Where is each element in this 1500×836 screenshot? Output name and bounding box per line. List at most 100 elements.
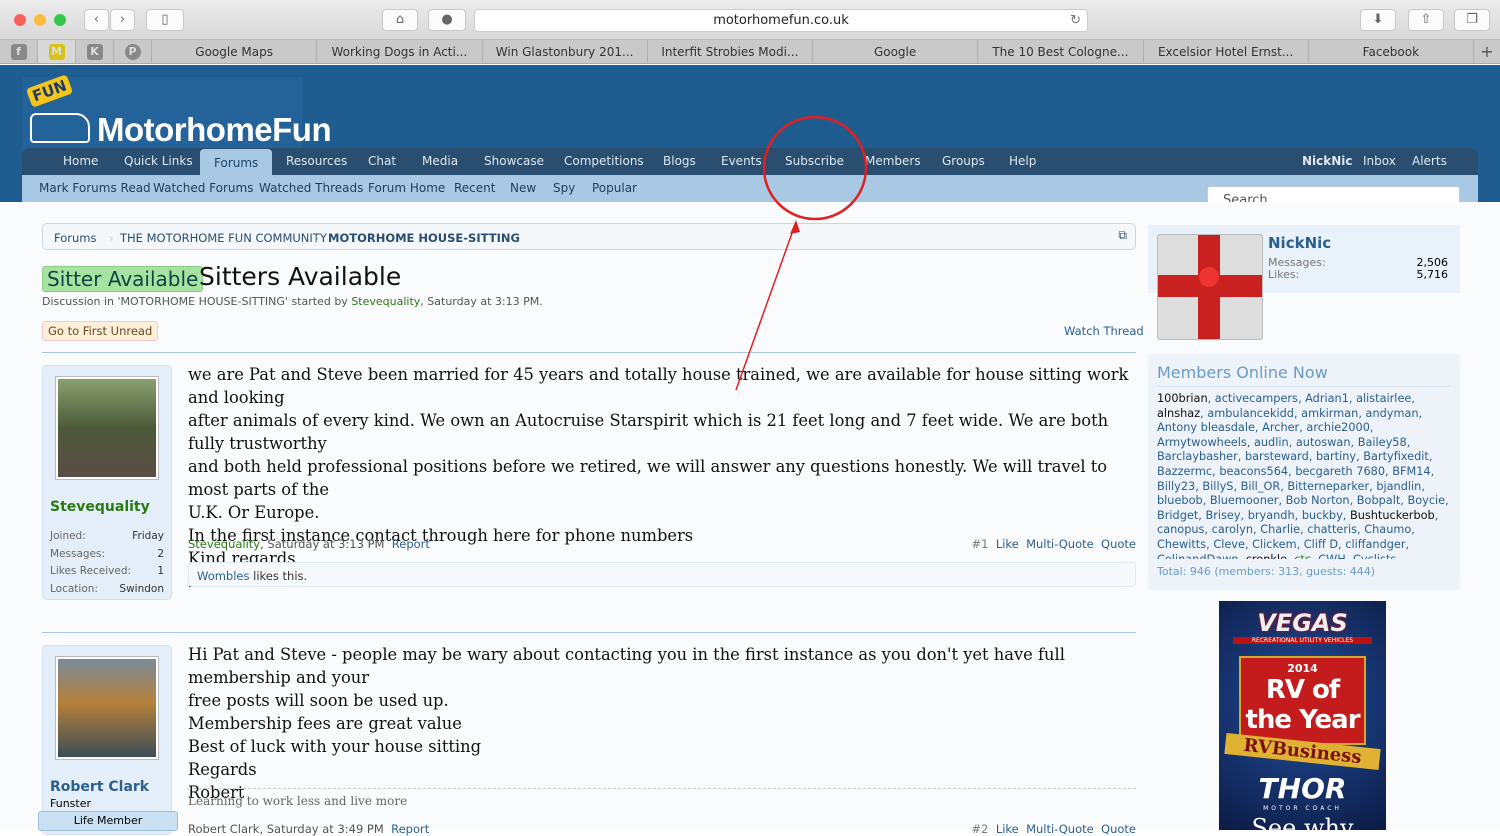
close-window-button[interactable] bbox=[14, 14, 26, 26]
liker-link[interactable]: Wombles bbox=[197, 569, 250, 583]
post-author-name[interactable]: Stevequality bbox=[50, 499, 150, 515]
member-online-link[interactable]: 100brian bbox=[1157, 392, 1208, 405]
member-online-link[interactable]: CWH bbox=[1318, 553, 1346, 559]
member-online-link[interactable]: Clickem bbox=[1252, 538, 1296, 551]
member-online-link[interactable]: canopus bbox=[1157, 523, 1204, 536]
forward-button[interactable]: › bbox=[110, 9, 135, 31]
member-online-link[interactable]: cliffandger bbox=[1345, 538, 1405, 551]
member-online-link[interactable]: cronkle bbox=[1246, 553, 1287, 559]
quote-link[interactable]: Quote bbox=[1101, 537, 1136, 551]
member-online-link[interactable]: Bobpalt bbox=[1357, 494, 1401, 507]
multi-quote-link[interactable]: Multi-Quote bbox=[1026, 537, 1094, 551]
post-number[interactable]: #1 bbox=[972, 537, 989, 551]
site-logo[interactable]: FUN MotorhomeFun bbox=[22, 74, 332, 149]
member-online-link[interactable]: carolyn bbox=[1212, 523, 1253, 536]
facebook-favorite-icon[interactable]: f bbox=[0, 40, 38, 63]
watch-thread-link[interactable]: Watch Thread bbox=[1064, 324, 1144, 338]
tab[interactable]: The 10 Best Cologne... bbox=[978, 40, 1144, 63]
member-online-link[interactable]: amkirman bbox=[1301, 407, 1358, 420]
post-number[interactable]: #2 bbox=[972, 822, 989, 836]
member-online-link[interactable]: ambulancekidd bbox=[1207, 407, 1294, 420]
nav-blogs[interactable]: Blogs bbox=[663, 154, 696, 168]
breadcrumb-house-sitting[interactable]: MOTORHOME HOUSE-SITTING bbox=[328, 231, 520, 245]
member-online-link[interactable]: archie2000 bbox=[1306, 421, 1370, 434]
post-author-link[interactable]: Robert Clark bbox=[188, 822, 259, 836]
member-online-link[interactable]: ctc bbox=[1294, 553, 1311, 559]
subnav-recent[interactable]: Recent bbox=[454, 181, 495, 195]
visitor-name[interactable]: NickNic bbox=[1268, 234, 1331, 252]
tab[interactable]: Google Maps bbox=[152, 40, 318, 63]
pinterest-favorite-icon[interactable]: P bbox=[114, 40, 152, 63]
subnav-forum-home[interactable]: Forum Home bbox=[368, 181, 445, 195]
quote-link[interactable]: Quote bbox=[1101, 822, 1136, 836]
post-author-name[interactable]: Robert Clark bbox=[50, 779, 149, 795]
member-online-link[interactable]: ColinandDawn bbox=[1157, 553, 1239, 559]
member-online-link[interactable]: Billy23 bbox=[1157, 480, 1195, 493]
nav-members[interactable]: Members bbox=[865, 154, 921, 168]
nav-showcase[interactable]: Showcase bbox=[484, 154, 544, 168]
back-button[interactable]: ‹ bbox=[84, 9, 109, 31]
member-online-link[interactable]: BFM14 bbox=[1392, 465, 1430, 478]
member-online-link[interactable]: Archer bbox=[1262, 421, 1299, 434]
home-icon[interactable]: ⌂ bbox=[382, 9, 418, 31]
member-online-link[interactable]: Bartyfixedit bbox=[1363, 450, 1429, 463]
nav-chat[interactable]: Chat bbox=[368, 154, 396, 168]
nav-subscribe[interactable]: Subscribe bbox=[785, 154, 844, 168]
member-online-link[interactable]: alistairlee bbox=[1356, 392, 1411, 405]
member-online-link[interactable]: alnshaz bbox=[1157, 407, 1200, 420]
nav-events[interactable]: Events bbox=[721, 154, 762, 168]
nav-groups[interactable]: Groups bbox=[942, 154, 985, 168]
new-tab-button[interactable]: + bbox=[1474, 40, 1500, 63]
subnav-new[interactable]: New bbox=[510, 181, 536, 195]
address-bar[interactable]: motorhomefun.co.uk ↻ bbox=[474, 9, 1088, 32]
member-online-link[interactable]: Charlie bbox=[1260, 523, 1300, 536]
member-online-link[interactable]: Cleve bbox=[1213, 538, 1245, 551]
member-online-link[interactable]: bjandlin bbox=[1376, 480, 1421, 493]
member-online-link[interactable]: Bill_OR bbox=[1241, 480, 1281, 493]
member-online-link[interactable]: audlin bbox=[1254, 436, 1289, 449]
member-online-link[interactable]: Boycie bbox=[1407, 494, 1445, 507]
m-favorite-icon[interactable]: M bbox=[38, 40, 76, 63]
member-online-link[interactable]: Bitterneparker bbox=[1287, 480, 1369, 493]
external-link-icon[interactable]: ⧉ bbox=[1118, 228, 1127, 243]
member-online-link[interactable]: barsteward bbox=[1245, 450, 1309, 463]
nav-quick-links[interactable]: Quick Links bbox=[124, 154, 193, 168]
maximize-window-button[interactable] bbox=[54, 14, 66, 26]
subnav-popular[interactable]: Popular bbox=[592, 181, 637, 195]
tab[interactable]: Interfit Strobies Modi... bbox=[648, 40, 813, 63]
subnav-watched-threads[interactable]: Watched Threads bbox=[259, 181, 363, 195]
member-online-link[interactable]: autoswan bbox=[1296, 436, 1351, 449]
k-favorite-icon[interactable]: K bbox=[76, 40, 114, 63]
member-online-link[interactable]: activecampers bbox=[1215, 392, 1298, 405]
member-online-link[interactable]: Cyclists bbox=[1353, 553, 1396, 559]
author-link[interactable]: Stevequality bbox=[351, 295, 420, 308]
nav-competitions[interactable]: Competitions bbox=[564, 154, 644, 168]
member-online-link[interactable]: beacons564 bbox=[1219, 465, 1288, 478]
nav-inbox[interactable]: Inbox bbox=[1363, 154, 1396, 168]
member-online-link[interactable]: Bluemooner bbox=[1210, 494, 1279, 507]
ghostery-icon[interactable]: ● bbox=[428, 9, 466, 31]
report-link[interactable]: Report bbox=[391, 822, 429, 836]
tab[interactable]: Win Glastonbury 201... bbox=[483, 40, 648, 63]
member-online-link[interactable]: Brisey bbox=[1205, 509, 1240, 522]
minimize-window-button[interactable] bbox=[34, 14, 46, 26]
member-online-link[interactable]: andyman bbox=[1366, 407, 1419, 420]
breadcrumb-community[interactable]: THE MOTORHOME FUN COMMUNITY bbox=[120, 231, 327, 245]
member-online-link[interactable]: Antony bleasdale bbox=[1157, 421, 1255, 434]
subnav-spy[interactable]: Spy bbox=[553, 181, 575, 195]
like-link[interactable]: Like bbox=[996, 822, 1019, 836]
sidebar-toggle-icon[interactable]: ▯ bbox=[146, 9, 184, 31]
member-online-link[interactable]: bartiny bbox=[1316, 450, 1356, 463]
subnav-watched-forums[interactable]: Watched Forums bbox=[153, 181, 253, 195]
member-online-link[interactable]: Adrian1 bbox=[1305, 392, 1349, 405]
member-online-link[interactable]: Cliff D bbox=[1304, 538, 1338, 551]
share-icon[interactable]: ⇧ bbox=[1408, 9, 1444, 31]
member-online-link[interactable]: Chewitts bbox=[1157, 538, 1206, 551]
breadcrumb-forums[interactable]: Forums bbox=[54, 231, 96, 245]
nav-media[interactable]: Media bbox=[422, 154, 458, 168]
tab[interactable]: Excelsior Hotel Ernst... bbox=[1144, 40, 1309, 63]
nav-home[interactable]: Home bbox=[63, 154, 98, 168]
member-online-link[interactable]: chatteris bbox=[1307, 523, 1357, 536]
member-online-link[interactable]: BillyS bbox=[1202, 480, 1233, 493]
visitor-avatar[interactable] bbox=[1157, 234, 1263, 340]
